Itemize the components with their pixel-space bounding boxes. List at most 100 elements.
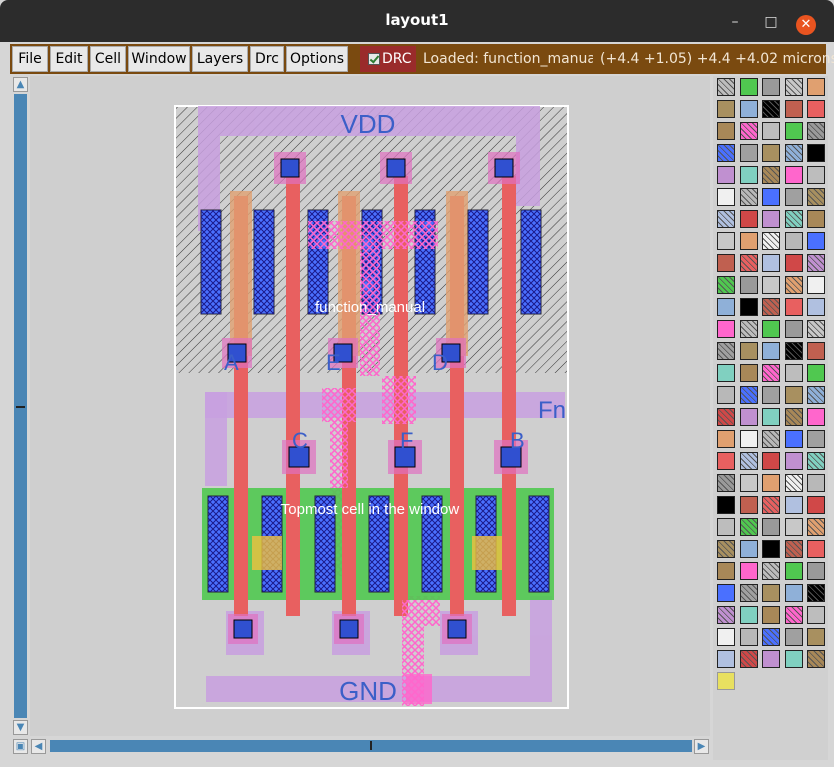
layer-swatch[interactable]: [807, 518, 825, 536]
layer-swatch[interactable]: [717, 496, 735, 514]
layer-swatch[interactable]: [762, 232, 780, 250]
layer-swatch[interactable]: [784, 254, 803, 272]
layer-swatch[interactable]: [807, 540, 825, 558]
layer-swatch[interactable]: [739, 408, 758, 426]
layer-swatch[interactable]: [762, 122, 780, 140]
layer-swatch[interactable]: [807, 584, 825, 602]
layer-swatch[interactable]: [784, 584, 803, 602]
arrow-left-icon[interactable]: ◀: [31, 739, 46, 754]
layer-swatch[interactable]: [739, 232, 758, 250]
layer-swatch[interactable]: [807, 232, 825, 250]
layer-swatch[interactable]: [807, 386, 825, 404]
layer-swatch[interactable]: [807, 210, 825, 228]
layer-swatch[interactable]: [739, 562, 758, 580]
layer-swatch[interactable]: [762, 496, 780, 514]
layer-swatch[interactable]: [784, 122, 803, 140]
layer-swatch[interactable]: [762, 474, 780, 492]
layer-swatch[interactable]: [807, 276, 825, 294]
layer-swatch[interactable]: [717, 276, 735, 294]
layer-swatch[interactable]: [784, 408, 803, 426]
layer-swatch[interactable]: [784, 650, 803, 668]
layer-swatch[interactable]: [739, 276, 758, 294]
layer-swatch[interactable]: [762, 342, 780, 360]
layer-swatch[interactable]: [762, 100, 780, 118]
arrow-right-icon[interactable]: ▶: [694, 739, 709, 754]
layer-swatch[interactable]: [739, 364, 758, 382]
layer-swatch[interactable]: [739, 254, 758, 272]
layer-swatch[interactable]: [739, 584, 758, 602]
layer-swatch[interactable]: [739, 122, 758, 140]
layer-swatch[interactable]: [762, 650, 780, 668]
layer-swatch[interactable]: [762, 562, 780, 580]
layer-swatch[interactable]: [717, 540, 735, 558]
layer-swatch[interactable]: [739, 386, 758, 404]
layer-swatch[interactable]: [762, 320, 780, 338]
layer-swatch[interactable]: [739, 100, 758, 118]
layer-swatch[interactable]: [762, 584, 780, 602]
layer-swatch[interactable]: [717, 144, 735, 162]
layer-swatch[interactable]: [784, 474, 803, 492]
layer-swatch[interactable]: [807, 562, 825, 580]
layer-swatch[interactable]: [717, 188, 735, 206]
layer-swatch[interactable]: [762, 606, 780, 624]
layer-swatch[interactable]: [739, 628, 758, 646]
layer-swatch[interactable]: [717, 166, 735, 184]
layer-swatch[interactable]: [807, 144, 825, 162]
menu-drc[interactable]: Drc: [250, 46, 284, 72]
layer-swatch[interactable]: [717, 298, 735, 316]
layer-swatch[interactable]: [762, 540, 780, 558]
layer-swatch[interactable]: [784, 496, 803, 514]
arrow-down-icon[interactable]: ▼: [13, 720, 28, 735]
layer-swatch[interactable]: [739, 452, 758, 470]
maximize-button[interactable]: □: [762, 13, 780, 31]
layer-swatch[interactable]: [784, 210, 803, 228]
layer-swatch[interactable]: [784, 628, 803, 646]
layer-swatch[interactable]: [784, 606, 803, 624]
layer-swatch[interactable]: [739, 144, 758, 162]
layer-swatch[interactable]: [717, 386, 735, 404]
layer-swatch[interactable]: [784, 562, 803, 580]
layer-swatch[interactable]: [717, 650, 735, 668]
layer-swatch[interactable]: [784, 78, 803, 96]
menu-layers[interactable]: Layers: [192, 46, 248, 72]
layer-swatch[interactable]: [784, 100, 803, 118]
layer-swatch[interactable]: [762, 518, 780, 536]
layer-swatch[interactable]: [717, 342, 735, 360]
menu-options[interactable]: Options: [286, 46, 348, 72]
menu-edit[interactable]: Edit: [50, 46, 88, 72]
layer-swatch[interactable]: [762, 452, 780, 470]
layer-swatch[interactable]: [762, 386, 780, 404]
layer-swatch[interactable]: [717, 210, 735, 228]
layer-swatch[interactable]: [717, 584, 735, 602]
layer-swatch[interactable]: [717, 122, 735, 140]
zoom-box-icon[interactable]: ▣: [13, 739, 28, 754]
layer-swatch[interactable]: [739, 298, 758, 316]
layer-swatch[interactable]: [762, 144, 780, 162]
layer-swatch[interactable]: [762, 430, 780, 448]
minimize-button[interactable]: –: [726, 13, 744, 31]
layer-swatch[interactable]: [784, 144, 803, 162]
layer-swatch[interactable]: [807, 628, 825, 646]
layer-swatch[interactable]: [784, 320, 803, 338]
layer-swatch[interactable]: [807, 342, 825, 360]
layer-swatch[interactable]: [717, 452, 735, 470]
layer-swatch[interactable]: [717, 78, 735, 96]
layer-swatch[interactable]: [784, 540, 803, 558]
layer-swatch[interactable]: [717, 408, 735, 426]
layer-swatch[interactable]: [739, 166, 758, 184]
layer-swatch[interactable]: [784, 386, 803, 404]
layer-swatch[interactable]: [717, 474, 735, 492]
layer-swatch[interactable]: [807, 430, 825, 448]
layer-swatch[interactable]: [717, 628, 735, 646]
layer-swatch[interactable]: [762, 364, 780, 382]
layer-swatch[interactable]: [762, 188, 780, 206]
menu-file[interactable]: File: [12, 46, 48, 72]
layer-swatch[interactable]: [807, 408, 825, 426]
layer-swatch[interactable]: [739, 518, 758, 536]
layer-swatch[interactable]: [784, 430, 803, 448]
layer-swatch[interactable]: [717, 518, 735, 536]
layer-swatch[interactable]: [717, 672, 735, 690]
layer-swatch[interactable]: [807, 320, 825, 338]
layer-swatch[interactable]: [784, 166, 803, 184]
layer-swatch[interactable]: [807, 474, 825, 492]
